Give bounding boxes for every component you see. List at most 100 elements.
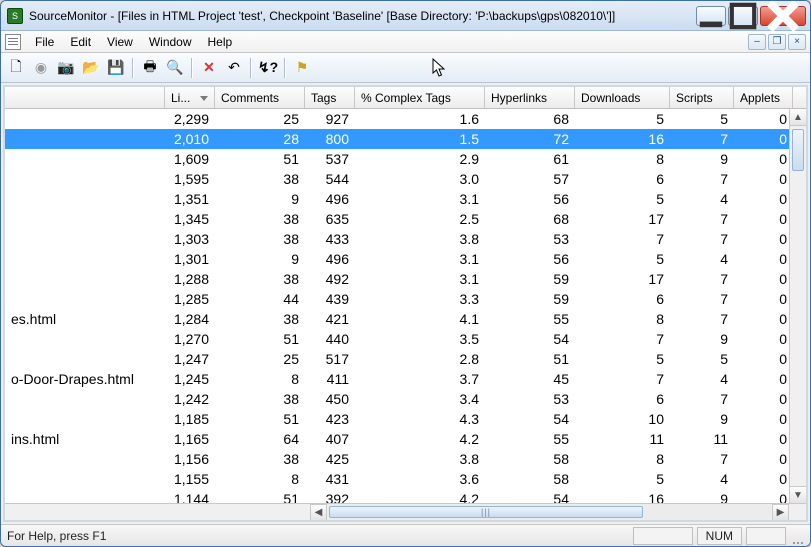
cell-tags: 492 (305, 271, 355, 287)
cell-scr: 9 (670, 151, 734, 167)
cell-scr: 7 (670, 211, 734, 227)
cell-down: 5 (575, 471, 670, 487)
cell-scr: 7 (670, 131, 734, 147)
col-header-comments[interactable]: Comments (215, 87, 305, 108)
cell-hyp: 68 (485, 211, 575, 227)
cell-comments: 44 (215, 291, 305, 307)
cell-down: 5 (575, 111, 670, 127)
col-header-scripts[interactable]: Scripts (670, 87, 734, 108)
resize-grip-icon[interactable] (786, 527, 804, 545)
cell-comments: 25 (215, 111, 305, 127)
table-row[interactable]: 1,285444393.359670 (5, 289, 806, 309)
table-row[interactable]: 1,609515372.961890 (5, 149, 806, 169)
vertical-scrollbar[interactable]: ▲ ▼ (789, 109, 806, 503)
cell-down: 17 (575, 211, 670, 227)
cell-app: 0 (734, 171, 793, 187)
app-icon: S (7, 8, 23, 24)
table-row[interactable]: 1,247255172.851550 (5, 349, 806, 369)
table-row[interactable]: 1,288384923.1591770 (5, 269, 806, 289)
cell-pct: 4.3 (355, 411, 485, 427)
cell-app: 0 (734, 491, 793, 503)
save-button[interactable]: 💾 (105, 57, 127, 79)
cell-down: 11 (575, 431, 670, 447)
close-button[interactable] (760, 6, 806, 26)
preview-button[interactable]: 🔍 (164, 57, 186, 79)
delete-button[interactable]: ✕ (198, 57, 220, 79)
print-button[interactable]: 🖶 (139, 57, 161, 79)
h-scroll-thumb[interactable]: ||| (329, 506, 643, 518)
table-row[interactable]: 1,35194963.156540 (5, 189, 806, 209)
table-row[interactable]: 1,270514403.554790 (5, 329, 806, 349)
menu-window[interactable]: Window (141, 33, 200, 51)
table-row[interactable]: 2,010288001.5721670 (5, 129, 806, 149)
cell-pct: 2.5 (355, 211, 485, 227)
table-row[interactable]: o-Door-Drapes.html1,24584113.745740 (5, 369, 806, 389)
cell-down: 6 (575, 171, 670, 187)
table-row[interactable]: 1,185514234.3541090 (5, 409, 806, 429)
cell-scr: 11 (670, 431, 734, 447)
camera-button[interactable]: 📷 (55, 57, 77, 79)
flag-button[interactable]: ⚑ (291, 57, 313, 79)
cell-lines: 1,301 (165, 251, 215, 267)
open-button[interactable]: 📂 (80, 57, 102, 79)
scroll-thumb[interactable] (792, 129, 804, 171)
cell-pct: 4.2 (355, 431, 485, 447)
cell-tags: 537 (305, 151, 355, 167)
help-button[interactable]: ↯? (257, 57, 279, 79)
scroll-left-button[interactable]: ◀ (310, 504, 327, 521)
table-row[interactable]: es.html1,284384214.155870 (5, 309, 806, 329)
cell-down: 17 (575, 271, 670, 287)
minimize-button[interactable] (696, 6, 726, 26)
cell-hyp: 53 (485, 231, 575, 247)
cell-down: 8 (575, 151, 670, 167)
col-header-lines[interactable]: Li... (165, 87, 215, 108)
cell-hyp: 54 (485, 411, 575, 427)
status-help-text: For Help, press F1 (7, 529, 106, 543)
cell-tags: 407 (305, 431, 355, 447)
cell-down: 10 (575, 411, 670, 427)
menu-edit[interactable]: Edit (62, 33, 99, 51)
cell-tags: 421 (305, 311, 355, 327)
table-row[interactable]: 1,242384503.453670 (5, 389, 806, 409)
horizontal-scrollbar[interactable]: ◀ ||| ▶ (5, 503, 806, 520)
cell-lines: 2,299 (165, 111, 215, 127)
col-header-name[interactable] (5, 87, 165, 108)
cell-hyp: 55 (485, 431, 575, 447)
cell-lines: 1,156 (165, 451, 215, 467)
col-header-hyperlinks[interactable]: Hyperlinks (485, 87, 575, 108)
table-row[interactable]: 1,15584313.658540 (5, 469, 806, 489)
table-row[interactable]: 1,144513924.2541690 (5, 489, 806, 503)
menu-help[interactable]: Help (200, 33, 241, 51)
maximize-button[interactable] (728, 6, 758, 26)
table-row[interactable]: 1,156384253.858870 (5, 449, 806, 469)
cell-comments: 51 (215, 331, 305, 347)
menu-file[interactable]: File (27, 33, 62, 51)
scroll-right-button[interactable]: ▶ (772, 504, 789, 521)
table-row[interactable]: ins.html1,165644074.25511110 (5, 429, 806, 449)
menu-view[interactable]: View (99, 33, 141, 51)
scroll-down-button[interactable]: ▼ (790, 486, 806, 503)
cell-scr: 4 (670, 191, 734, 207)
new-button[interactable]: 🗋 (5, 57, 27, 79)
camera-icon: 📷 (57, 59, 74, 76)
undo-button[interactable]: ↶ (223, 57, 245, 79)
mdi-minimize-button[interactable]: – (748, 34, 766, 50)
snapshot-button[interactable]: ◉ (30, 57, 52, 79)
cell-comments: 51 (215, 151, 305, 167)
title-bar[interactable]: S SourceMonitor - [Files in HTML Project… (1, 1, 810, 31)
save-icon: 💾 (107, 59, 124, 76)
new-icon: 🗋 (10, 56, 21, 80)
col-header-applets[interactable]: Applets (734, 87, 793, 108)
col-header-downloads[interactable]: Downloads (575, 87, 670, 108)
table-row[interactable]: 1,345386352.5681770 (5, 209, 806, 229)
scroll-up-button[interactable]: ▲ (790, 109, 806, 126)
col-header-complex[interactable]: % Complex Tags (355, 87, 485, 108)
table-row[interactable]: 1,303384333.853770 (5, 229, 806, 249)
cell-down: 16 (575, 131, 670, 147)
col-header-tags[interactable]: Tags (305, 87, 355, 108)
mdi-restore-button[interactable]: ❐ (768, 34, 786, 50)
table-row[interactable]: 1,30194963.156540 (5, 249, 806, 269)
table-row[interactable]: 1,595385443.057670 (5, 169, 806, 189)
mdi-close-button[interactable]: × (788, 34, 806, 50)
table-row[interactable]: 2,299259271.668550 (5, 109, 806, 129)
